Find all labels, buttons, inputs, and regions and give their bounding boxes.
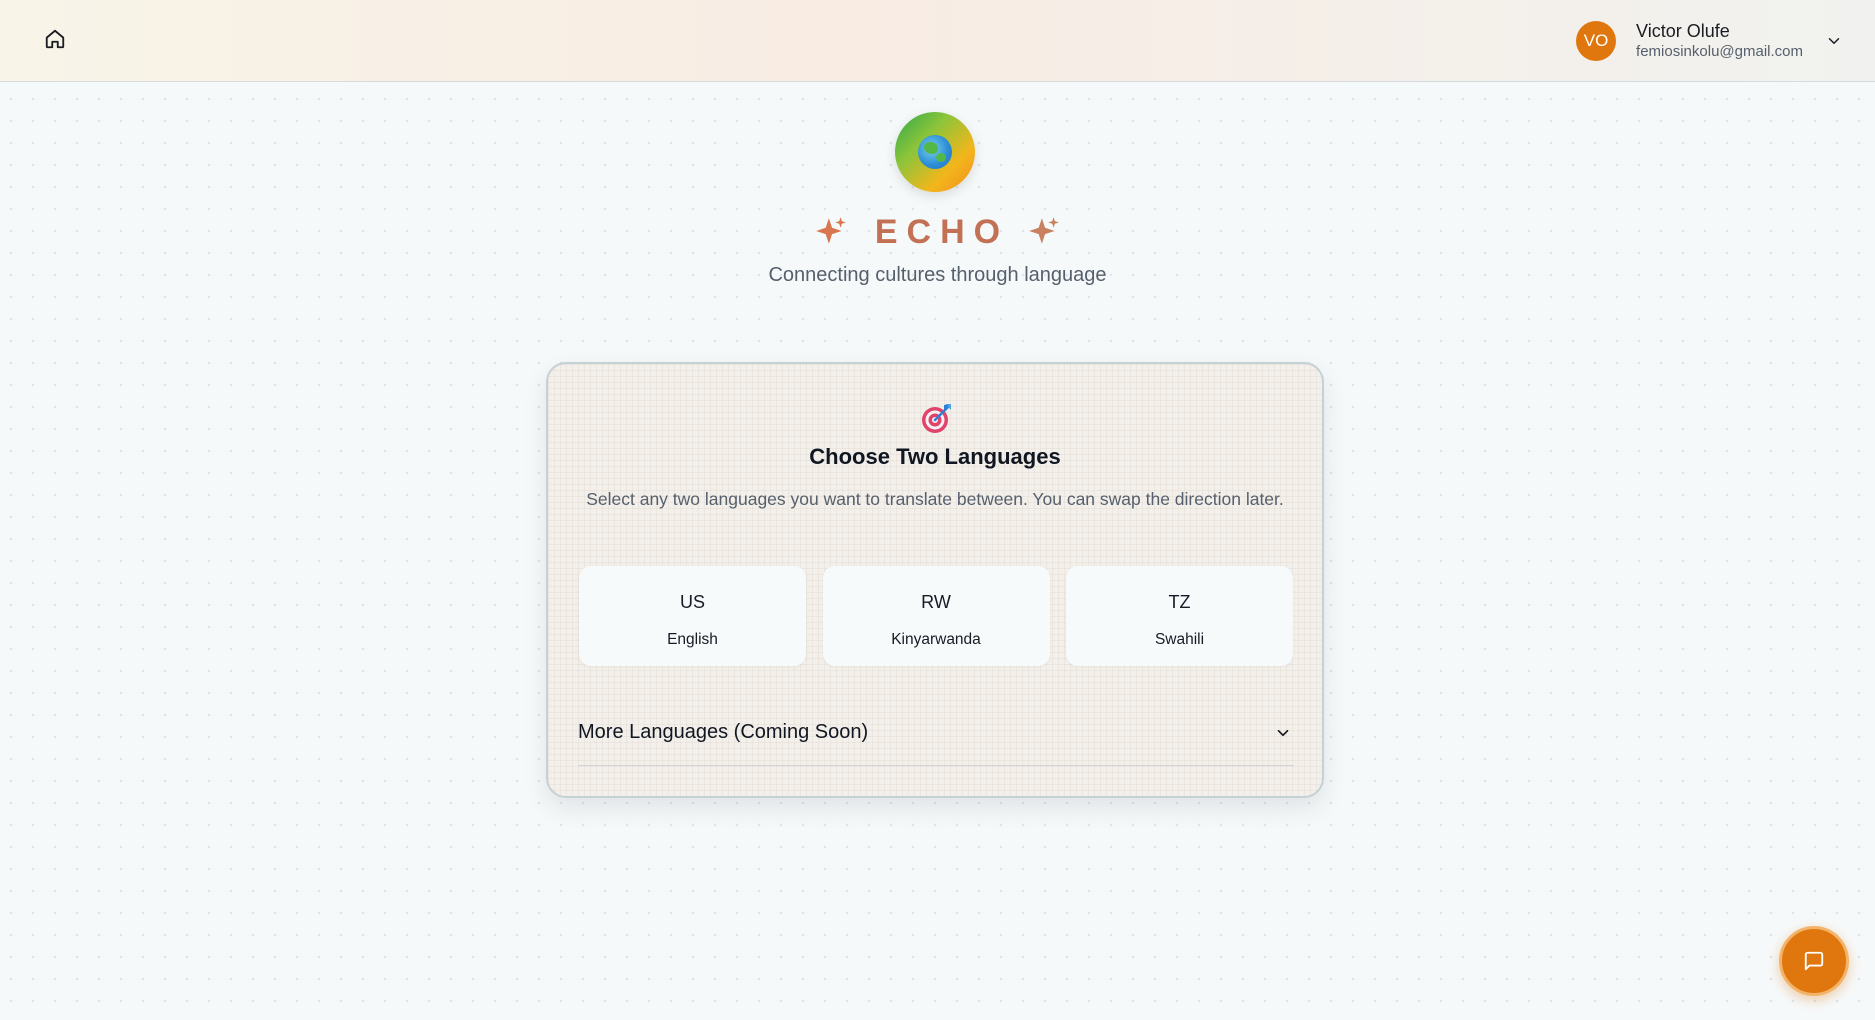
language-option-kinyarwanda[interactable]: RW Kinyarwanda <box>822 566 1050 666</box>
sparkle-icon <box>1029 217 1059 244</box>
language-code: RW <box>921 592 951 612</box>
brand-title: ECHO <box>874 212 1010 251</box>
top-bar: VO Victor Olufe femiosinkolu@gmail.com <box>0 0 1875 82</box>
card-title: Choose Two Languages <box>809 444 1061 469</box>
expand-toggle[interactable] <box>1272 722 1294 744</box>
language-selection-card: Choose Two Languages Select any two lang… <box>546 362 1324 798</box>
language-name: Kinyarwanda <box>891 631 981 648</box>
card-description: Select any two languages you want to tra… <box>586 489 1284 509</box>
user-email: femiosinkolu@gmail.com <box>1636 43 1803 60</box>
user-menu-toggle[interactable] <box>1823 30 1845 52</box>
chat-icon <box>1804 951 1824 971</box>
user-name: Victor Olufe <box>1636 21 1730 41</box>
language-name: English <box>667 631 718 648</box>
chat-button[interactable] <box>1779 926 1849 996</box>
language-option-swahili[interactable]: TZ Swahili <box>1066 566 1293 666</box>
avatar[interactable]: VO <box>1576 21 1617 61</box>
brand-row: ECHO <box>0 208 1875 256</box>
user-menu[interactable]: VO Victor Olufe femiosinkolu@gmail.com <box>1576 13 1845 69</box>
chevron-down-icon <box>1277 729 1289 737</box>
home-icon <box>45 29 65 49</box>
language-options: US English RW Kinyarwanda TZ Swahili <box>579 566 1293 666</box>
chevron-down-icon <box>1828 38 1840 44</box>
language-code: US <box>679 592 705 612</box>
globe-icon <box>918 135 952 169</box>
home-button[interactable] <box>38 22 72 56</box>
target-icon <box>922 404 951 433</box>
app-logo <box>895 112 975 192</box>
language-name: Swahili <box>1154 631 1205 648</box>
language-option-english[interactable]: US English <box>579 566 806 666</box>
more-languages-label: More Languages (Coming Soon) <box>578 721 869 743</box>
more-languages-accordion[interactable]: More Languages (Coming Soon) <box>578 716 1294 766</box>
user-info: Victor Olufe femiosinkolu@gmail.com <box>1636 20 1803 62</box>
sparkle-icon <box>816 217 846 244</box>
tagline: Connecting cultures through language <box>768 264 1107 286</box>
language-code: TZ <box>1168 592 1191 612</box>
